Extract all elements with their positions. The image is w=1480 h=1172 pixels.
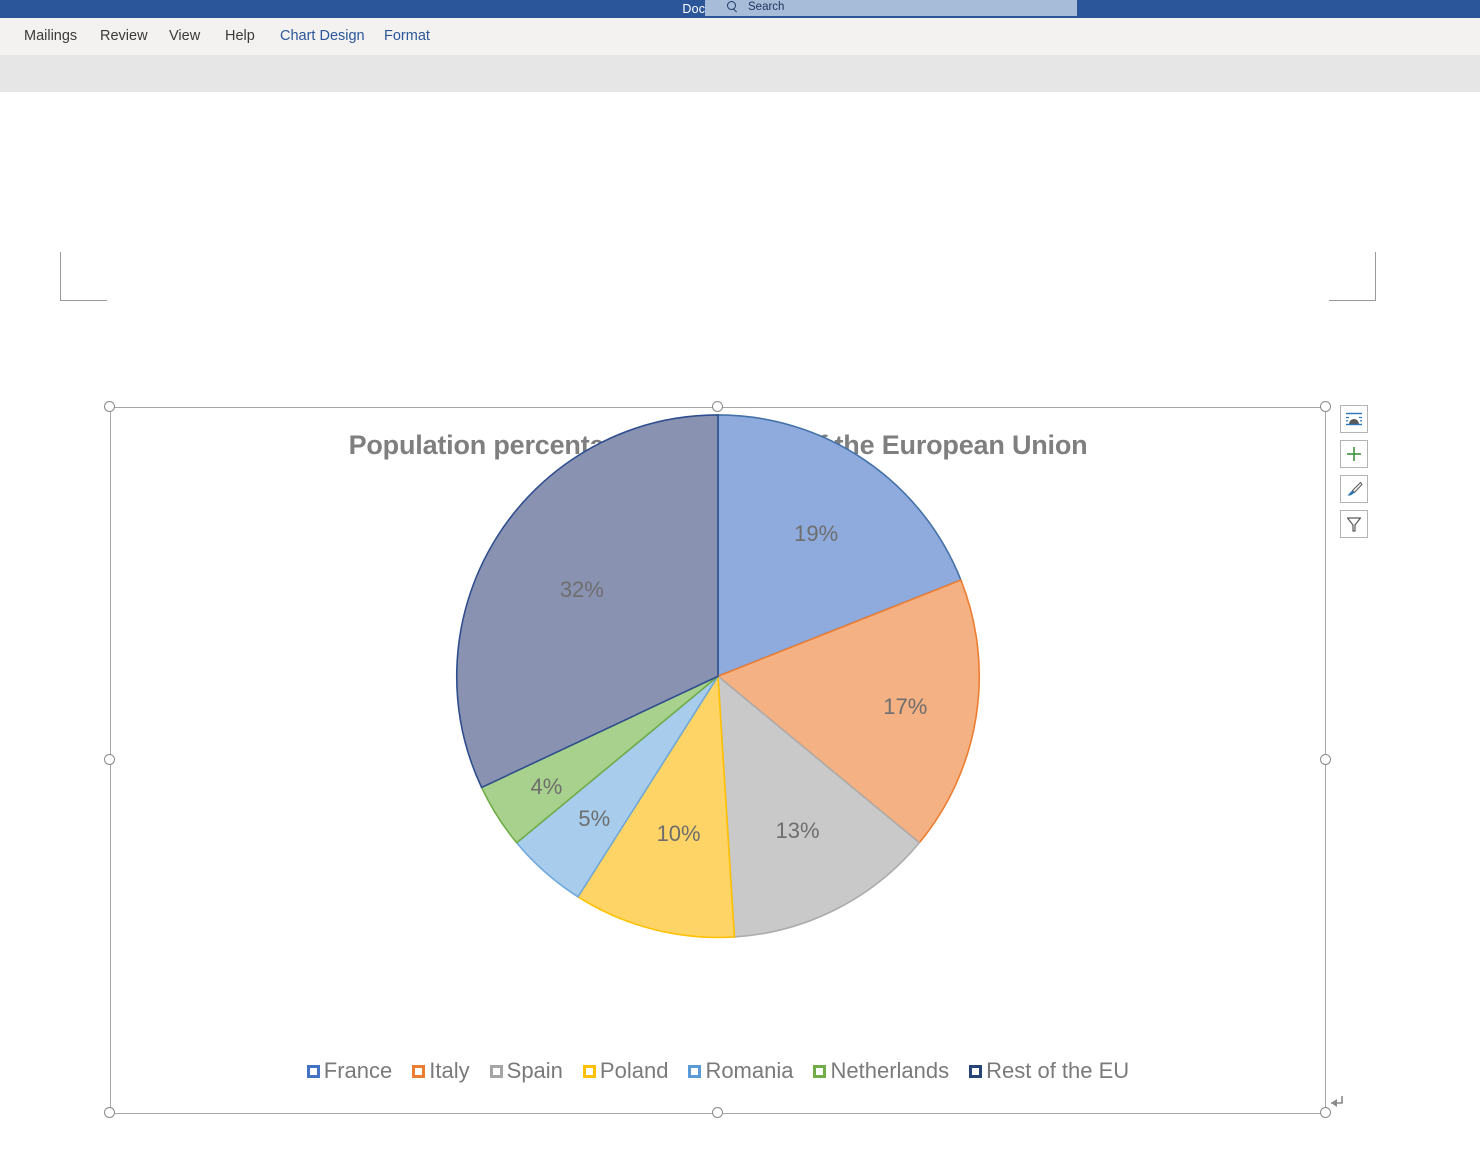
ribbon-tab-bar: Mailings Review View Help Chart Design F… [0,18,1480,56]
selection-handle-top-left[interactable] [104,401,115,412]
legend-label: Poland [599,1058,669,1083]
selection-handle-top-right[interactable] [1320,401,1331,412]
legend-label: France [323,1058,393,1083]
legend-label: Romania [705,1058,794,1083]
legend-label: Italy [429,1058,470,1083]
legend-swatch [813,1064,827,1078]
legend-item[interactable]: Spain [489,1058,563,1084]
legend-item[interactable]: Rest of the EU [969,1058,1129,1084]
document-page[interactable]: Population percentage of countries of th… [0,92,1480,1172]
legend-swatch [412,1064,426,1078]
tab-view[interactable]: View [169,18,200,55]
search-icon [725,0,741,15]
legend-label: Netherlands [830,1058,950,1083]
pie-slice-label: 5% [578,805,611,831]
tab-help[interactable]: Help [225,18,255,55]
pie-slice-label: 17% [883,693,928,719]
legend-item[interactable]: Poland [582,1058,669,1084]
tab-mailings[interactable]: Mailings [24,18,77,55]
search-box[interactable]: Search [705,0,1077,16]
legend-swatch [489,1064,503,1078]
chart-filters-button[interactable] [1340,510,1368,538]
legend-item[interactable]: Romania [688,1058,793,1084]
layout-options-icon [1346,412,1362,426]
ribbon-body [0,55,1480,93]
pie-slice-label: 32% [559,576,604,602]
margin-mark-top-right [1329,252,1376,301]
search-input[interactable]: Search [748,1,784,13]
selection-handle-bottom-left[interactable] [104,1107,115,1118]
selection-handle-bottom-center[interactable] [712,1107,723,1118]
title-bar: Document2 - Word Search [0,0,1480,18]
selection-handle-top-center[interactable] [712,401,723,412]
legend-swatch [582,1064,596,1078]
chart-styles-button[interactable] [1340,475,1368,503]
legend-label: Spain [506,1058,563,1083]
chart-tool-buttons[interactable] [1340,405,1368,538]
legend-swatch [969,1064,983,1078]
plus-icon [1347,447,1361,461]
legend-item[interactable]: France [306,1058,393,1084]
selection-handle-middle-left[interactable] [104,754,115,765]
paintbrush-icon [1347,481,1363,496]
funnel-icon [1346,517,1362,532]
tab-format[interactable]: Format [384,18,430,55]
pie-slice-label: 4% [530,773,563,799]
legend-item[interactable]: Netherlands [813,1058,949,1084]
legend-item[interactable]: Italy [412,1058,470,1084]
legend-swatch [688,1064,702,1078]
margin-mark-top-left [60,252,107,301]
pie-slice-label: 19% [794,520,839,546]
tab-review[interactable]: Review [100,18,148,55]
chart-elements-button[interactable] [1340,440,1368,468]
pie-chart[interactable] [111,408,1325,1113]
chart-title[interactable]: Population percentage of countries of th… [111,430,1325,461]
pie-slice-label: 13% [775,818,820,844]
chart-legend[interactable]: France Italy Spain Poland Romania Netherlands… [111,1058,1325,1084]
legend-label: Rest of the EU [986,1058,1130,1083]
chart-object[interactable]: Population percentage of countries of th… [110,407,1326,1114]
layout-options-button[interactable] [1340,405,1368,433]
tab-chart-design[interactable]: Chart Design [280,18,365,55]
pie-slice[interactable] [716,579,980,844]
pie-slice-label: 10% [656,821,701,847]
selection-handle-middle-right[interactable] [1320,754,1331,765]
text-wrap-anchor-icon [1331,1096,1343,1107]
legend-swatch [306,1064,320,1078]
